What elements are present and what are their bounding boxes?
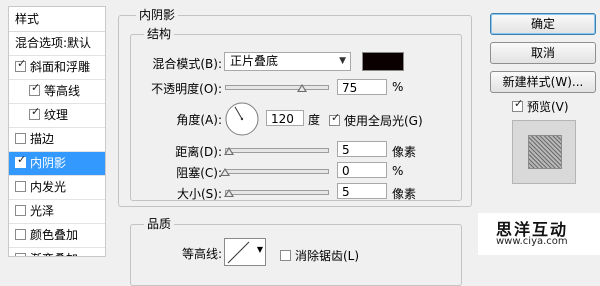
antialias-label: 消除锯齿(L): [295, 249, 360, 263]
preview-checkbox[interactable]: ✓ 预览(V): [512, 98, 569, 115]
size-unit: 像素: [392, 187, 417, 201]
styles-list-items: 混合选项:默认✓斜面和浮雕✓等高线✓纹理描边✓内阴影内发光光泽颜色叠加渐变叠加: [9, 32, 105, 256]
style-checkbox[interactable]: [15, 229, 26, 240]
style-list-item-label: 描边: [30, 132, 55, 146]
size-input[interactable]: 5: [337, 183, 387, 199]
style-list-item[interactable]: 光泽: [9, 200, 105, 224]
blend-mode-label: 混合模式(B):: [152, 57, 222, 71]
style-list-item-label: 内阴影: [30, 156, 67, 170]
style-list-item[interactable]: ✓ 内阴影: [9, 152, 105, 176]
contour-picker[interactable]: ▼: [224, 238, 266, 266]
choke-input[interactable]: 0: [337, 162, 387, 178]
opacity-label: 不透明度(O):: [151, 82, 222, 96]
style-list-item-label: 光泽: [30, 204, 55, 218]
style-checkbox[interactable]: [15, 205, 26, 216]
watermark: 思洋互动 www.ciya.com: [478, 213, 600, 255]
chevron-down-icon: ▼: [256, 245, 263, 254]
ok-button[interactable]: 确定: [490, 13, 596, 35]
preview-swatch: [528, 135, 562, 169]
watermark-url: www.ciya.com: [496, 236, 568, 247]
shadow-color-swatch[interactable]: [362, 52, 404, 71]
style-list-item[interactable]: 描边: [9, 128, 105, 152]
angle-dial[interactable]: [224, 101, 260, 137]
style-list-item-label: 等高线: [44, 84, 81, 98]
angle-input[interactable]: 120: [266, 110, 304, 126]
checkmark-icon: ✓: [17, 153, 27, 166]
style-checkbox[interactable]: ✓: [15, 153, 27, 168]
checkmark-icon: ✓: [31, 105, 41, 118]
structure-title: 结构: [144, 27, 175, 41]
style-checkbox[interactable]: [15, 181, 26, 192]
style-list-item[interactable]: ✓ 纹理: [9, 104, 105, 128]
styles-list-title: 样式: [9, 7, 105, 32]
blend-mode-select[interactable]: 正片叠底 ▼: [224, 52, 351, 71]
distance-slider-thumb[interactable]: [224, 147, 235, 155]
angle-unit: 度: [308, 113, 321, 127]
chevron-down-icon: ▼: [339, 56, 346, 66]
style-checkbox[interactable]: [15, 253, 26, 256]
distance-label: 距离(D):: [175, 145, 222, 159]
inner-shadow-title: 内阴影: [136, 8, 179, 22]
checkmark-icon: ✓: [17, 57, 27, 70]
distance-input[interactable]: 5: [337, 141, 387, 157]
style-list-item[interactable]: ✓ 斜面和浮雕: [9, 56, 105, 80]
opacity-unit: %: [392, 80, 404, 94]
style-list-item-label: 斜面和浮雕: [30, 60, 91, 74]
checkmark-icon: ✓: [31, 81, 41, 94]
distance-slider-track[interactable]: [225, 148, 329, 153]
style-list-item-label: 颜色叠加: [30, 228, 79, 242]
preview-label: 预览(V): [527, 100, 569, 114]
size-label: 大小(S):: [176, 187, 222, 201]
angle-label: 角度(A):: [176, 113, 222, 127]
style-list-item-label: 内发光: [30, 180, 67, 194]
size-slider-thumb[interactable]: [224, 189, 235, 197]
style-checkbox[interactable]: ✓: [29, 81, 41, 96]
size-slider-track[interactable]: [225, 190, 329, 195]
choke-label: 阻塞(C):: [176, 166, 222, 180]
style-list-item[interactable]: ✓ 等高线: [9, 80, 105, 104]
style-checkbox[interactable]: ✓: [29, 105, 41, 120]
styles-list: 样式 混合选项:默认✓斜面和浮雕✓等高线✓纹理描边✓内阴影内发光光泽颜色叠加渐变…: [8, 6, 106, 257]
choke-unit: %: [392, 164, 404, 178]
contour-label: 等高线:: [181, 247, 222, 261]
antialias-box: [280, 250, 291, 261]
style-list-item[interactable]: 渐变叠加: [9, 248, 105, 256]
checkmark-icon: ✓: [514, 97, 524, 110]
style-list-item-label: 纹理: [44, 108, 69, 122]
opacity-slider-thumb[interactable]: [296, 84, 307, 92]
choke-slider-thumb[interactable]: [220, 168, 230, 176]
style-preview-thumbnail: [512, 120, 576, 184]
opacity-slider-track[interactable]: [225, 85, 329, 90]
style-list-item-label: 混合选项:默认: [15, 36, 92, 50]
style-list-item[interactable]: 内发光: [9, 176, 105, 200]
style-list-item[interactable]: 混合选项:默认: [9, 32, 105, 56]
style-list-item[interactable]: 颜色叠加: [9, 224, 105, 248]
inner-shadow-panel: 内阴影 结构 混合模式(B): 正片叠底 ▼ 不透明度(O): 75 % 角度(…: [110, 0, 480, 286]
style-checkbox[interactable]: [15, 133, 26, 144]
checkmark-icon: ✓: [331, 111, 341, 124]
global-light-checkbox[interactable]: ✓ 使用全局光(G): [329, 112, 423, 129]
blend-mode-value: 正片叠底: [230, 54, 279, 68]
distance-unit: 像素: [392, 145, 417, 159]
cancel-button[interactable]: 取消: [490, 42, 596, 64]
choke-slider-track[interactable]: [225, 169, 329, 174]
style-checkbox[interactable]: ✓: [15, 57, 27, 72]
contour-curve-icon: [227, 241, 250, 264]
opacity-input[interactable]: 75: [337, 79, 387, 95]
quality-title: 品质: [144, 217, 175, 231]
antialias-checkbox[interactable]: 消除锯齿(L): [280, 247, 359, 264]
global-light-label: 使用全局光(G): [344, 114, 423, 128]
new-style-button[interactable]: 新建样式(W)...: [490, 71, 596, 93]
